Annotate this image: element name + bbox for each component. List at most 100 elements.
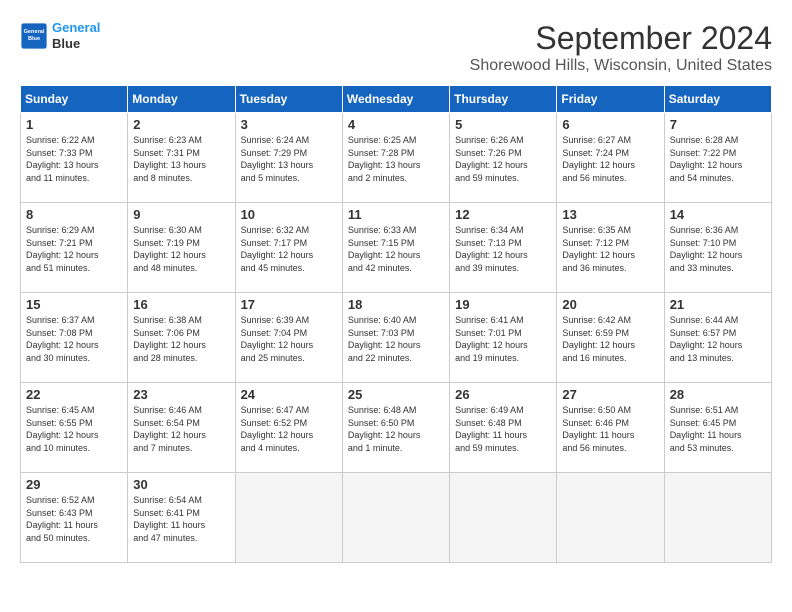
logo-text: General Blue [52, 20, 100, 51]
calendar-day: 30 Sunrise: 6:54 AM Sunset: 6:41 PM Dayli… [128, 473, 235, 563]
calendar-day: 11Sunrise: 6:33 AM Sunset: 7:15 PM Dayli… [342, 203, 449, 293]
day-number: 4 [348, 117, 444, 132]
calendar-day: 5 Sunrise: 6:26 AM Sunset: 7:26 PM Daylig… [450, 113, 557, 203]
calendar-day: 28 Sunrise: 6:51 AM Sunset: 6:45 PM Dayli… [664, 383, 771, 473]
day-info: Sunrise: 6:47 AM Sunset: 6:52 PM Dayligh… [241, 404, 337, 454]
header-day-monday: Monday [128, 86, 235, 113]
day-number: 24 [241, 387, 337, 402]
day-number: 20 [562, 297, 658, 312]
day-info: Sunrise: 6:34 AM Sunset: 7:13 PM Dayligh… [455, 224, 551, 274]
day-number: 1 [26, 117, 122, 132]
calendar-day: 23Sunrise: 6:46 AM Sunset: 6:54 PM Dayli… [128, 383, 235, 473]
svg-text:Blue: Blue [28, 36, 40, 42]
calendar-day: 8 Sunrise: 6:29 AM Sunset: 7:21 PM Daylig… [21, 203, 128, 293]
day-info: Sunrise: 6:50 AM Sunset: 6:46 PM Dayligh… [562, 404, 658, 454]
logo: General Blue General Blue [20, 20, 100, 51]
calendar-day: 18 Sunrise: 6:40 AM Sunset: 7:03 PM Dayli… [342, 293, 449, 383]
day-info: Sunrise: 6:32 AM Sunset: 7:17 PM Dayligh… [241, 224, 337, 274]
calendar-day [557, 473, 664, 563]
day-number: 21 [670, 297, 766, 312]
day-number: 29 [26, 477, 122, 492]
day-info: Sunrise: 6:41 AM Sunset: 7:01 PM Dayligh… [455, 314, 551, 364]
month-title: September 2024 [470, 20, 772, 57]
day-number: 8 [26, 207, 122, 222]
day-number: 26 [455, 387, 551, 402]
calendar-day: 10 Sunrise: 6:32 AM Sunset: 7:17 PM Dayli… [235, 203, 342, 293]
day-number: 22 [26, 387, 122, 402]
day-number: 3 [241, 117, 337, 132]
day-number: 12 [455, 207, 551, 222]
day-number: 18 [348, 297, 444, 312]
calendar-day [235, 473, 342, 563]
calendar-day: 26 Sunrise: 6:49 AM Sunset: 6:48 PM Dayli… [450, 383, 557, 473]
day-info: Sunrise: 6:40 AM Sunset: 7:03 PM Dayligh… [348, 314, 444, 364]
day-info: Sunrise: 6:26 AM Sunset: 7:26 PM Dayligh… [455, 134, 551, 184]
calendar-day: 12 Sunrise: 6:34 AM Sunset: 7:13 PM Dayli… [450, 203, 557, 293]
calendar-day: 22 Sunrise: 6:45 AM Sunset: 6:55 PM Dayli… [21, 383, 128, 473]
day-number: 15 [26, 297, 122, 312]
calendar-day: 29 Sunrise: 6:52 AM Sunset: 6:43 PM Dayli… [21, 473, 128, 563]
day-number: 25 [348, 387, 444, 402]
day-number: 19 [455, 297, 551, 312]
day-number: 16 [133, 297, 229, 312]
day-info: Sunrise: 6:39 AM Sunset: 7:04 PM Dayligh… [241, 314, 337, 364]
calendar-week-5: 29 Sunrise: 6:52 AM Sunset: 6:43 PM Dayli… [21, 473, 772, 563]
day-info: Sunrise: 6:52 AM Sunset: 6:43 PM Dayligh… [26, 494, 122, 544]
calendar-day [664, 473, 771, 563]
day-info: Sunrise: 6:38 AM Sunset: 7:06 PM Dayligh… [133, 314, 229, 364]
day-info: Sunrise: 6:29 AM Sunset: 7:21 PM Dayligh… [26, 224, 122, 274]
header-day-sunday: Sunday [21, 86, 128, 113]
day-number: 14 [670, 207, 766, 222]
day-info: Sunrise: 6:42 AM Sunset: 6:59 PM Dayligh… [562, 314, 658, 364]
calendar-day: 2Sunrise: 6:23 AM Sunset: 7:31 PM Daylig… [128, 113, 235, 203]
header-day-tuesday: Tuesday [235, 86, 342, 113]
calendar-day: 3Sunrise: 6:24 AM Sunset: 7:29 PM Daylig… [235, 113, 342, 203]
calendar-day: 13Sunrise: 6:35 AM Sunset: 7:12 PM Dayli… [557, 203, 664, 293]
header-day-saturday: Saturday [664, 86, 771, 113]
header-day-friday: Friday [557, 86, 664, 113]
day-info: Sunrise: 6:28 AM Sunset: 7:22 PM Dayligh… [670, 134, 766, 184]
day-number: 9 [133, 207, 229, 222]
calendar-week-4: 22 Sunrise: 6:45 AM Sunset: 6:55 PM Dayli… [21, 383, 772, 473]
day-number: 10 [241, 207, 337, 222]
calendar-day: 17Sunrise: 6:39 AM Sunset: 7:04 PM Dayli… [235, 293, 342, 383]
calendar-day: 1 Sunrise: 6:22 AM Sunset: 7:33 PM Daylig… [21, 113, 128, 203]
day-info: Sunrise: 6:37 AM Sunset: 7:08 PM Dayligh… [26, 314, 122, 364]
day-info: Sunrise: 6:35 AM Sunset: 7:12 PM Dayligh… [562, 224, 658, 274]
day-info: Sunrise: 6:45 AM Sunset: 6:55 PM Dayligh… [26, 404, 122, 454]
day-info: Sunrise: 6:30 AM Sunset: 7:19 PM Dayligh… [133, 224, 229, 274]
day-info: Sunrise: 6:51 AM Sunset: 6:45 PM Dayligh… [670, 404, 766, 454]
calendar-week-2: 8 Sunrise: 6:29 AM Sunset: 7:21 PM Daylig… [21, 203, 772, 293]
calendar-day [450, 473, 557, 563]
day-number: 11 [348, 207, 444, 222]
day-number: 30 [133, 477, 229, 492]
calendar-table: SundayMondayTuesdayWednesdayThursdayFrid… [20, 85, 772, 563]
logo-icon: General Blue [20, 22, 48, 50]
calendar-day: 25Sunrise: 6:48 AM Sunset: 6:50 PM Dayli… [342, 383, 449, 473]
day-number: 27 [562, 387, 658, 402]
day-info: Sunrise: 6:27 AM Sunset: 7:24 PM Dayligh… [562, 134, 658, 184]
day-info: Sunrise: 6:23 AM Sunset: 7:31 PM Dayligh… [133, 134, 229, 184]
day-info: Sunrise: 6:25 AM Sunset: 7:28 PM Dayligh… [348, 134, 444, 184]
calendar-day: 4 Sunrise: 6:25 AM Sunset: 7:28 PM Daylig… [342, 113, 449, 203]
header-day-wednesday: Wednesday [342, 86, 449, 113]
day-number: 5 [455, 117, 551, 132]
calendar-day: 16 Sunrise: 6:38 AM Sunset: 7:06 PM Dayli… [128, 293, 235, 383]
title-area: September 2024 Shorewood Hills, Wisconsi… [470, 20, 772, 75]
calendar-day [342, 473, 449, 563]
day-info: Sunrise: 6:22 AM Sunset: 7:33 PM Dayligh… [26, 134, 122, 184]
day-number: 6 [562, 117, 658, 132]
calendar-day: 24 Sunrise: 6:47 AM Sunset: 6:52 PM Dayli… [235, 383, 342, 473]
day-info: Sunrise: 6:54 AM Sunset: 6:41 PM Dayligh… [133, 494, 229, 544]
header-day-thursday: Thursday [450, 86, 557, 113]
calendar-week-1: 1 Sunrise: 6:22 AM Sunset: 7:33 PM Daylig… [21, 113, 772, 203]
calendar-week-3: 15 Sunrise: 6:37 AM Sunset: 7:08 PM Dayli… [21, 293, 772, 383]
day-info: Sunrise: 6:36 AM Sunset: 7:10 PM Dayligh… [670, 224, 766, 274]
day-info: Sunrise: 6:49 AM Sunset: 6:48 PM Dayligh… [455, 404, 551, 454]
calendar-day: 27 Sunrise: 6:50 AM Sunset: 6:46 PM Dayli… [557, 383, 664, 473]
day-info: Sunrise: 6:44 AM Sunset: 6:57 PM Dayligh… [670, 314, 766, 364]
day-number: 28 [670, 387, 766, 402]
day-number: 23 [133, 387, 229, 402]
calendar-day: 19 Sunrise: 6:41 AM Sunset: 7:01 PM Dayli… [450, 293, 557, 383]
header: General Blue General Blue September 2024… [20, 20, 772, 75]
